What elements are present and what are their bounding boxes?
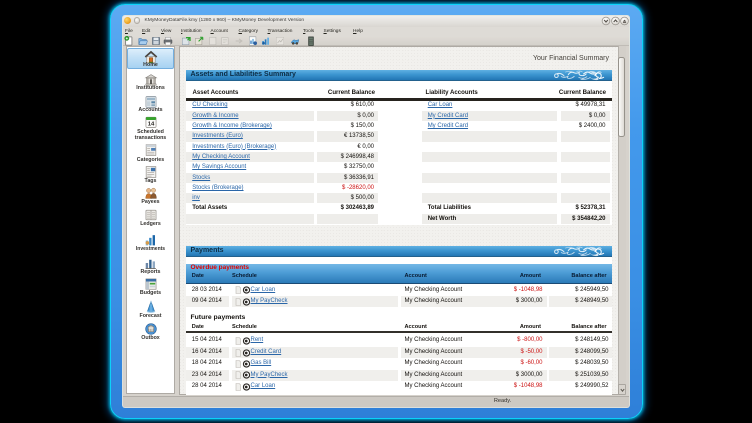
- svg-text:14: 14: [147, 122, 154, 128]
